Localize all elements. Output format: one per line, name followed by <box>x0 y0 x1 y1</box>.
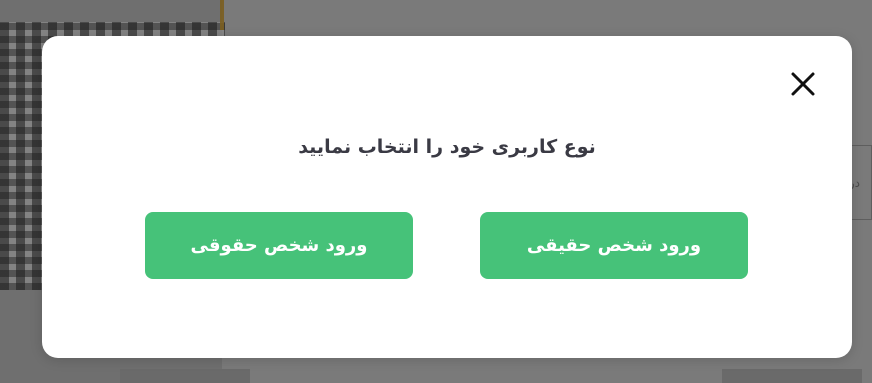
close-button[interactable] <box>787 68 819 100</box>
background-text-right <box>722 369 862 383</box>
background-divider <box>220 0 224 30</box>
background-text-left <box>120 369 250 383</box>
close-icon <box>791 72 815 96</box>
dialog-title: نوع کاربری خود را انتخاب نمایید <box>298 136 596 158</box>
real-person-login-button[interactable]: ورود شخص حقیقی <box>480 212 748 279</box>
user-type-dialog: نوع کاربری خود را انتخاب نمایید ورود شخص… <box>42 36 852 358</box>
legal-person-login-button[interactable]: ورود شخص حقوقی <box>145 212 413 279</box>
